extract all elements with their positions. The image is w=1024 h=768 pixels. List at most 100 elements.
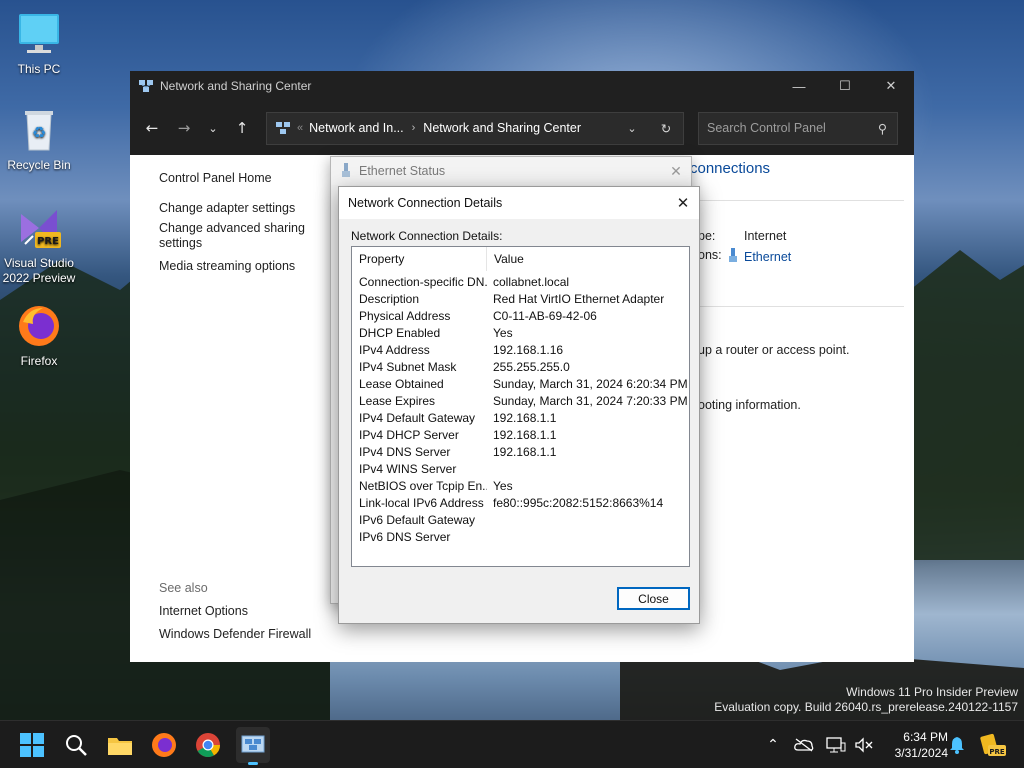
property-cell: IPv4 DHCP Server: [359, 427, 459, 442]
network-status-icon[interactable]: [824, 721, 848, 768]
details-close-icon[interactable]: ✕: [667, 194, 699, 212]
property-cell: Physical Address: [359, 308, 451, 323]
active-indicator: [248, 762, 258, 765]
overflow-chevron-icon[interactable]: «: [297, 122, 303, 134]
details-list-view[interactable]: Property Value Connection-specific DN...…: [351, 246, 690, 567]
close-button[interactable]: Close: [617, 587, 690, 610]
firefox-icon: [15, 302, 63, 350]
divider: [690, 200, 904, 201]
network-center-taskbar-button[interactable]: [236, 727, 270, 765]
recycle-bin-icon: ♻: [15, 106, 63, 154]
troubleshoot-text[interactable]: ooting information.: [698, 398, 801, 412]
property-cell: DHCP Enabled: [359, 325, 441, 340]
windows-logo-icon: [20, 733, 44, 757]
table-row[interactable]: IPv6 Default Gateway: [352, 511, 689, 528]
desktop-icon-this-pc[interactable]: This PC: [1, 10, 77, 77]
show-hidden-icons-button[interactable]: ⌃: [762, 721, 784, 768]
recent-locations-button[interactable]: ⌄: [200, 112, 226, 144]
maximize-button[interactable]: ☐: [822, 71, 868, 101]
table-row[interactable]: IPv4 Address 192.168.1.16: [352, 341, 689, 358]
access-type-label: pe:: [698, 229, 716, 243]
onedrive-offline-icon[interactable]: [792, 721, 816, 768]
value-cell: 192.168.1.1: [493, 444, 557, 459]
property-cell: IPv4 Address: [359, 342, 430, 357]
close-window-button[interactable]: ✕: [868, 71, 914, 101]
desktop-icon-firefox[interactable]: Firefox: [1, 302, 77, 369]
search-box[interactable]: ⚲: [698, 111, 898, 145]
title-bar[interactable]: Network and Sharing Center — ☐ ✕: [130, 71, 914, 101]
property-cell: IPv6 DNS Server: [359, 529, 451, 544]
breadcrumb-network-internet[interactable]: Network and In...: [309, 121, 404, 135]
table-row[interactable]: DHCP Enabled Yes: [352, 324, 689, 341]
search-input[interactable]: [707, 121, 867, 135]
table-row[interactable]: Lease Obtained Sunday, March 31, 2024 6:2…: [352, 375, 689, 392]
nav-control-panel-home[interactable]: Control Panel Home: [159, 171, 309, 185]
link-internet-options[interactable]: Internet Options: [159, 604, 311, 618]
ethernet-link-label[interactable]: Ethernet: [744, 250, 791, 264]
ethernet-icon: [728, 248, 738, 265]
network-center-icon: [138, 78, 154, 94]
desktop-icon-label: Visual Studio 2022 Preview: [2, 256, 76, 285]
network-connection-details-dialog: Network Connection Details ✕ Network Con…: [338, 186, 700, 624]
column-header-property[interactable]: Property: [352, 247, 487, 271]
watermark-line2: Evaluation copy. Build 26040.rs_prerelea…: [714, 700, 1018, 714]
forward-button[interactable]: →: [168, 112, 200, 144]
connections-heading: connections: [690, 160, 771, 177]
connections-label: ons:: [698, 248, 722, 262]
link-windows-firewall[interactable]: Windows Defender Firewall: [159, 627, 311, 641]
svg-text:PRE: PRE: [37, 236, 59, 247]
breadcrumb-network-sharing[interactable]: Network and Sharing Center: [423, 121, 581, 135]
property-cell: Lease Expires: [359, 393, 436, 408]
details-list-label: Network Connection Details:: [351, 229, 503, 243]
address-dropdown-icon[interactable]: ⌄: [615, 122, 649, 135]
firefox-taskbar-button[interactable]: [148, 729, 180, 761]
ethernet-status-close-icon[interactable]: ✕: [661, 163, 691, 180]
column-header-value[interactable]: Value: [487, 252, 524, 266]
value-cell: Sunday, March 31, 2024 7:20:33 PM: [493, 393, 688, 408]
table-row[interactable]: IPv4 Subnet Mask 255.255.255.0: [352, 358, 689, 375]
property-cell: IPv4 Default Gateway: [359, 410, 476, 425]
ethernet-status-title-bar[interactable]: Ethernet Status ✕: [331, 157, 691, 185]
volume-muted-icon[interactable]: [852, 721, 876, 768]
table-row[interactable]: NetBIOS over Tcpip En... Yes: [352, 477, 689, 494]
desktop-icon-label: Recycle Bin: [7, 158, 71, 172]
table-row[interactable]: Physical Address C0-11-AB-69-42-06: [352, 307, 689, 324]
evaluation-watermark: Windows 11 Pro Insider Preview Evaluatio…: [714, 685, 1018, 715]
insider-preview-icon[interactable]: PRE: [978, 721, 1008, 768]
value-cell: 192.168.1.1: [493, 410, 557, 425]
chrome-taskbar-button[interactable]: [192, 729, 224, 761]
details-title-bar[interactable]: Network Connection Details ✕: [339, 187, 699, 219]
search-taskbar-button[interactable]: [60, 729, 92, 761]
table-row[interactable]: IPv4 DHCP Server 192.168.1.1: [352, 426, 689, 443]
taskbar-clock[interactable]: 6:34 PM 3/31/2024: [878, 729, 948, 761]
desktop-icon-visual-studio[interactable]: PRE Visual Studio 2022 Preview: [1, 204, 77, 286]
address-bar[interactable]: « Network and In... › Network and Sharin…: [266, 111, 684, 145]
up-button[interactable]: ↑: [226, 112, 258, 144]
table-row[interactable]: IPv4 DNS Server 192.168.1.1: [352, 443, 689, 460]
table-row[interactable]: Lease Expires Sunday, March 31, 2024 7:20…: [352, 392, 689, 409]
table-row[interactable]: Connection-specific DN... collabnet.local: [352, 273, 689, 290]
table-row[interactable]: Link-local IPv6 Address fe80::995c:2082:5…: [352, 494, 689, 511]
table-row[interactable]: IPv6 DNS Server: [352, 528, 689, 545]
setup-router-text[interactable]: up a router or access point.: [698, 343, 849, 357]
property-cell: Description: [359, 291, 420, 306]
nav-change-advanced-sharing[interactable]: Change advanced sharing settings: [159, 221, 309, 251]
nav-media-streaming[interactable]: Media streaming options: [159, 259, 309, 273]
desktop-icon-recycle-bin[interactable]: ♻ Recycle Bin: [1, 106, 77, 173]
back-button[interactable]: ←: [136, 112, 168, 144]
ethernet-link[interactable]: Ethernet: [728, 248, 791, 265]
nav-change-adapter-settings[interactable]: Change adapter settings: [159, 201, 309, 215]
start-button[interactable]: [16, 729, 48, 761]
table-row[interactable]: IPv4 WINS Server: [352, 460, 689, 477]
value-cell: C0-11-AB-69-42-06: [493, 308, 597, 323]
refresh-icon[interactable]: ↻: [649, 121, 683, 136]
table-row[interactable]: IPv4 Default Gateway 192.168.1.1: [352, 409, 689, 426]
see-also-title: See also: [159, 581, 208, 595]
left-navigation: Control Panel Home Change adapter settin…: [159, 171, 309, 273]
table-row[interactable]: Description Red Hat VirtIO Ethernet Adapt…: [352, 290, 689, 307]
folder-icon: [108, 738, 132, 755]
minimize-button[interactable]: —: [776, 71, 822, 101]
file-explorer-taskbar-button[interactable]: [104, 729, 136, 761]
notifications-bell-icon[interactable]: [946, 721, 968, 768]
search-icon[interactable]: ⚲: [878, 121, 887, 136]
